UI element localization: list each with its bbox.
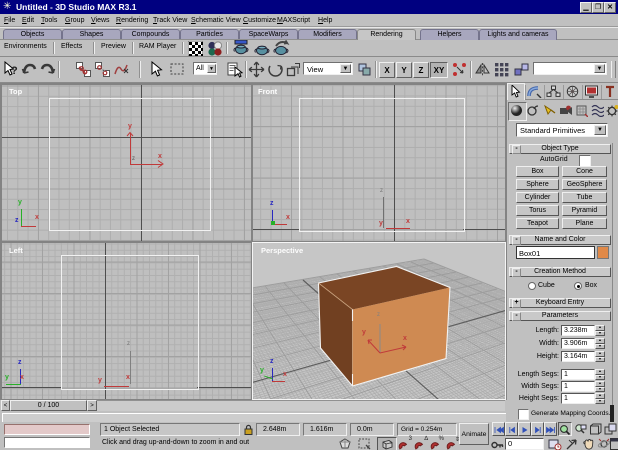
svg-text:?: ? [11,65,18,77]
